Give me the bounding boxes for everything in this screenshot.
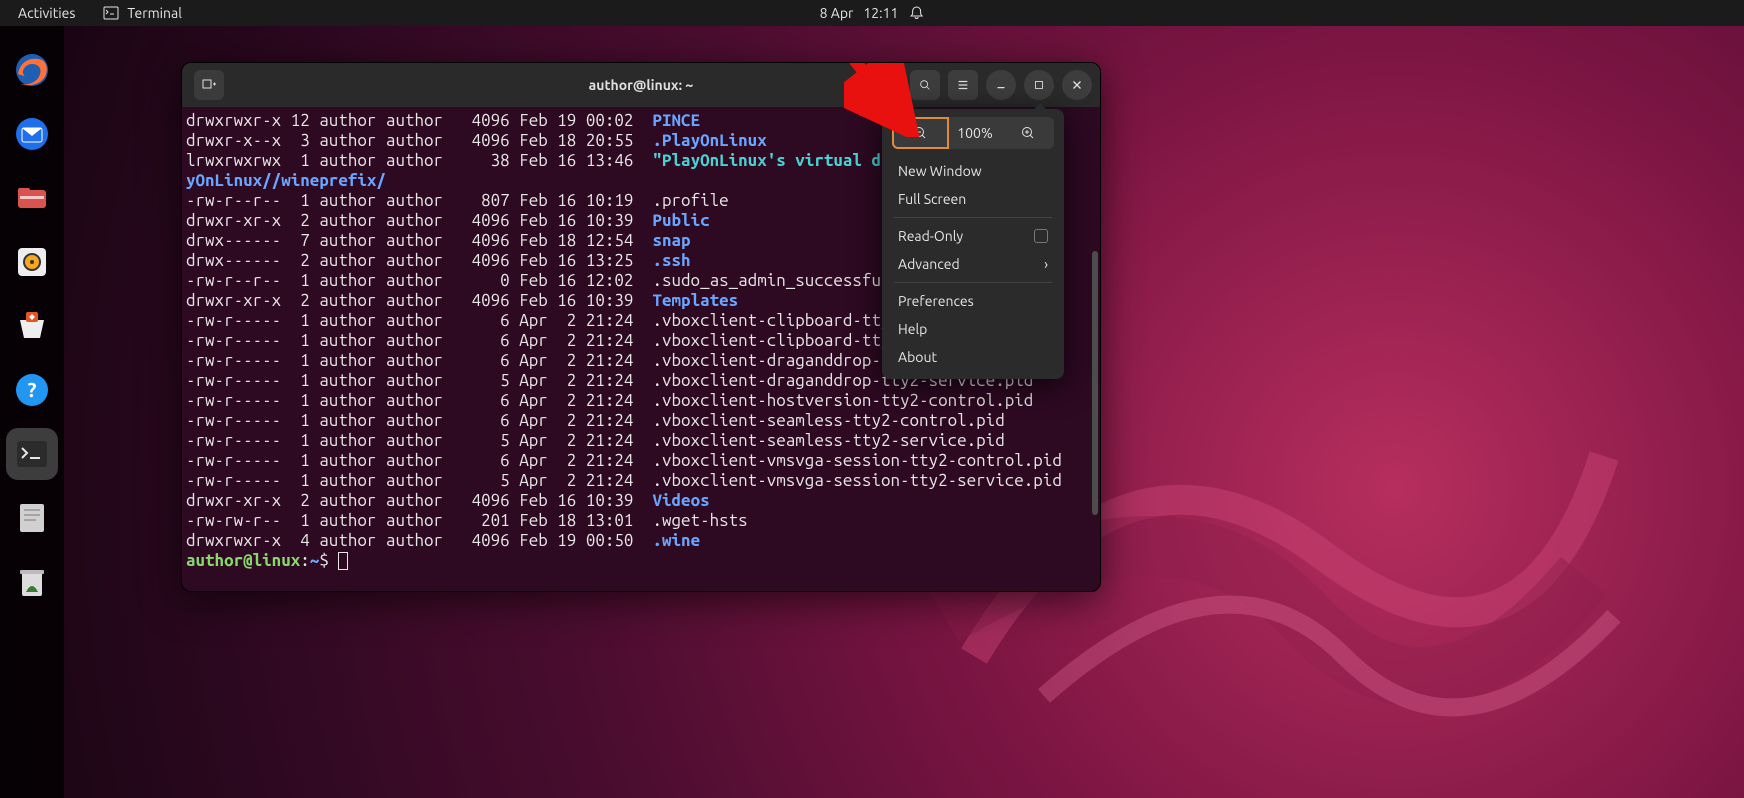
read-only-checkbox[interactable] — [1034, 229, 1048, 243]
terminal-window: author@linux: ~ drwxrwxr-x 12 author aut… — [181, 62, 1101, 592]
gnome-top-bar: Activities Terminal 8 Apr 12:11 . — [0, 0, 1744, 26]
headerbar-search-button[interactable] — [910, 70, 940, 100]
dock-terminal[interactable] — [6, 428, 58, 480]
hamburger-menu-button[interactable] — [948, 70, 978, 100]
dock-trash[interactable] — [6, 556, 58, 608]
menu-full-screen[interactable]: Full Screen — [886, 185, 1060, 213]
zoom-level-label[interactable]: 100% — [949, 117, 1002, 149]
terminal-icon — [103, 5, 119, 21]
dock-texteditor[interactable] — [6, 492, 58, 544]
menu-new-window[interactable]: New Window — [886, 157, 1060, 185]
dock-rhythmbox[interactable] — [6, 236, 58, 288]
dock-thunderbird[interactable] — [6, 108, 58, 160]
menu-read-only[interactable]: Read-Only — [886, 222, 1060, 250]
window-minimize-button[interactable] — [986, 70, 1016, 100]
window-close-button[interactable] — [1062, 70, 1092, 100]
dock-files[interactable] — [6, 172, 58, 224]
menu-help[interactable]: Help — [886, 315, 1060, 343]
dock-help[interactable]: ? — [6, 364, 58, 416]
window-title: author@linux: ~ — [589, 77, 694, 93]
dock-software[interactable] — [6, 300, 58, 352]
window-maximize-button[interactable] — [1024, 70, 1054, 100]
zoom-in-button[interactable] — [1001, 117, 1054, 149]
topbar-app-name: Terminal — [127, 5, 182, 21]
titlebar: author@linux: ~ — [182, 63, 1100, 107]
bell-icon — [908, 5, 924, 21]
topbar-clock[interactable]: 8 Apr 12:11 — [820, 5, 925, 21]
new-tab-button[interactable] — [194, 70, 224, 100]
menu-preferences[interactable]: Preferences — [886, 287, 1060, 315]
activities-button[interactable]: Activities — [18, 5, 75, 21]
menu-advanced[interactable]: Advanced› — [886, 250, 1060, 278]
menu-about[interactable]: About — [886, 343, 1060, 371]
dock-firefox[interactable] — [6, 44, 58, 96]
desktop: ? author@linux: ~ drwxrwxr-x 12 author a… — [0, 26, 1744, 798]
hamburger-menu-popover: 100% New Window Full Screen Read-Only Ad… — [882, 109, 1064, 379]
ubuntu-dock: ? — [0, 26, 64, 798]
topbar-app-indicator[interactable]: Terminal — [103, 5, 182, 21]
chevron-right-icon: › — [1044, 256, 1048, 272]
zoom-out-button[interactable] — [892, 117, 949, 149]
svg-text:?: ? — [28, 378, 37, 401]
